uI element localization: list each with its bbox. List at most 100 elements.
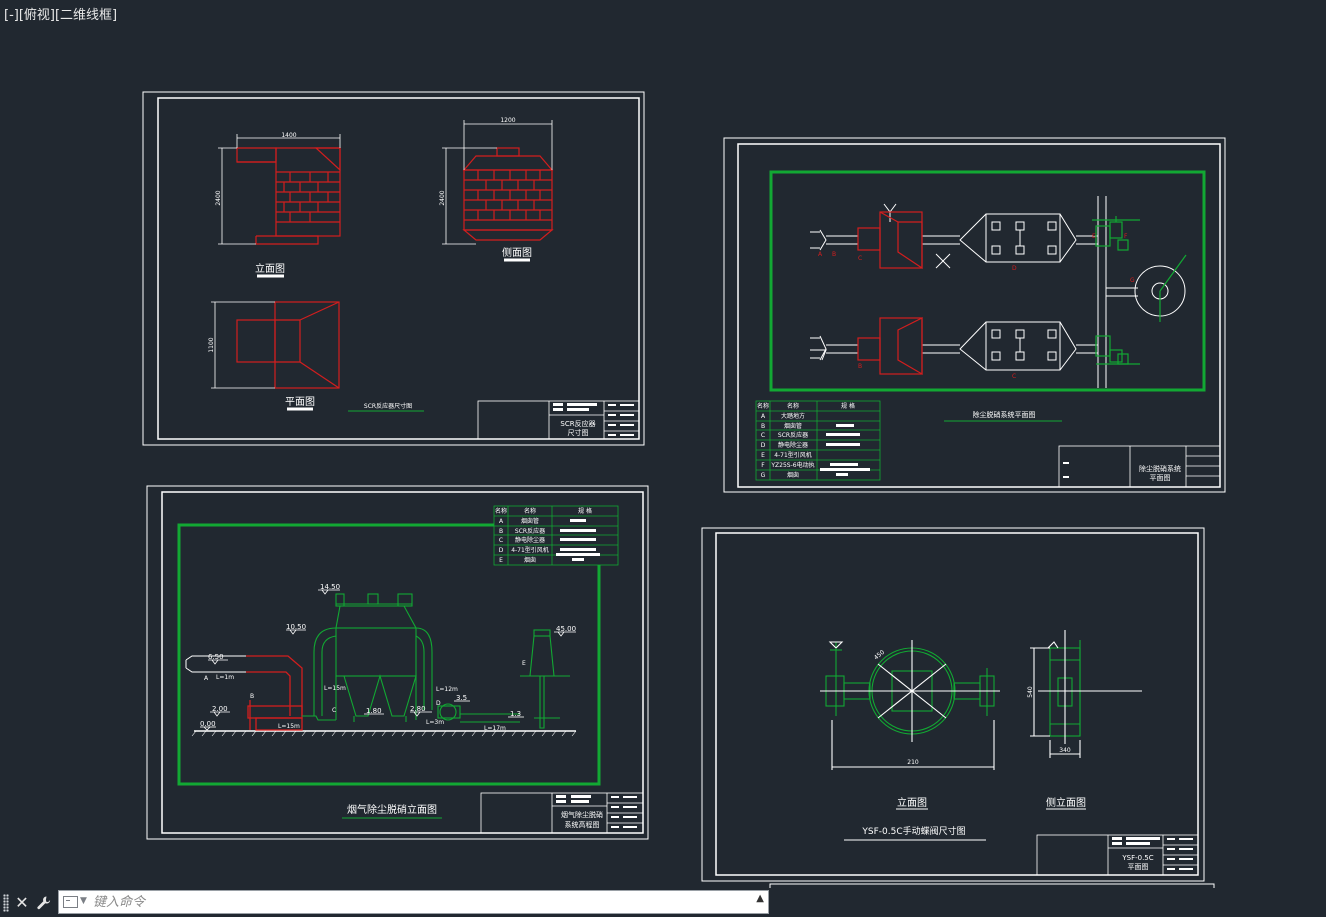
valve-sheet-caption: YSF-0.5C手动蝶阀尺寸图: [861, 825, 965, 837]
elev-mark-0-00: 0.00: [200, 720, 216, 728]
table-row: SCR反应器: [778, 431, 808, 439]
chevron-down-icon[interactable]: ▼: [80, 896, 87, 906]
table-row: 静电除尘器: [515, 536, 545, 544]
sheet-scr-reactor[interactable]: 1400 2400 立面图 1200 2400 侧面图 1100 平面图 SCR…: [142, 91, 645, 446]
sheet-dust-removal-plan[interactable]: A B C D E F G B C 名称 名称 规 格 A 大踏地方 B 烟囱管: [723, 137, 1226, 493]
table-row: D: [499, 547, 504, 554]
elev-table-head-3: 规 格: [578, 507, 592, 515]
scr-dim-top-2: 1200: [500, 117, 515, 124]
plan-letter-f: F: [1124, 233, 1128, 240]
table-row: A: [761, 413, 766, 420]
valve-dim-4: 340: [1059, 747, 1071, 754]
plan-letter-b: B: [832, 251, 836, 258]
elev-table-head-1: 名称: [495, 507, 507, 515]
elev-mark-10-50: 10.50: [286, 623, 306, 631]
close-icon[interactable]: ✕: [12, 892, 32, 914]
partial-sheet-frame: [769, 883, 1215, 888]
valve-title-line2: 平面图: [1128, 863, 1149, 871]
table-row: B: [499, 528, 503, 535]
plan-letter-e: E: [1092, 233, 1096, 240]
elev-letter-a: A: [204, 675, 209, 682]
table-row: C: [499, 537, 503, 544]
scr-dim-top-1: 1400: [281, 132, 296, 139]
table-row: E: [499, 557, 503, 564]
plan-letter-a: A: [818, 251, 823, 258]
scr-plan-label: 平面图: [285, 396, 315, 408]
pipe-length-2: L=15m: [324, 685, 346, 692]
table-row: SCR反应器: [515, 527, 545, 535]
valve-side-drawing: [1030, 630, 1142, 758]
table-row: F: [761, 462, 765, 469]
scr-sheet-caption: SCR反应器尺寸图: [364, 402, 412, 410]
valve-title-line1: YSF-0.5C: [1121, 854, 1153, 862]
pipe-length-1: L=1m: [216, 674, 234, 681]
plan-title-line2: 平面图: [1150, 474, 1171, 482]
elev-table-head-2: 名称: [524, 507, 536, 515]
drag-handle[interactable]: [3, 894, 9, 912]
scr-dim-side-1: 2400: [215, 190, 222, 205]
plan-system-drawing: [810, 196, 1187, 388]
pipe-length-3: L=15m: [278, 723, 300, 730]
scr-title-line1: SCR反应器: [560, 419, 595, 428]
pipe-length-4: L=12m: [436, 686, 458, 693]
elev-mark-2-80: 2.80: [410, 705, 426, 713]
plan-letter-g: G: [1130, 277, 1135, 284]
table-row: C: [761, 432, 765, 439]
elev-mark-6-50: 6.50: [208, 653, 224, 661]
scr-title-line2: 尺寸图: [568, 428, 589, 437]
table-row: 大踏地方: [781, 412, 805, 420]
table-row: B: [761, 423, 765, 430]
scr-dim-side-2: 2400: [439, 190, 446, 205]
plan-table-head-1: 名称: [757, 402, 769, 410]
scr-plan-drawing: [236, 301, 340, 389]
chevron-up-icon[interactable]: ▲: [756, 893, 764, 904]
valve-dim-1: 210: [907, 759, 919, 766]
elev-letter-c: C: [332, 707, 336, 714]
plan-letter-c2: C: [1012, 373, 1016, 380]
scr-elevation-drawing: [236, 147, 341, 245]
elev-mark-45-00: 45.00: [556, 625, 576, 633]
elev-mark-14-50: 14.50: [320, 583, 340, 591]
sheet-elevation[interactable]: 名称 名称 规 格 A 烟囱管 B SCR反应器 C 静电除尘器 D 4-71型…: [146, 485, 649, 840]
elev-letter-b: B: [250, 693, 254, 700]
pipe-length-6: L=17m: [484, 725, 506, 732]
elevation-title-line1: 烟气除尘脱硝: [561, 810, 603, 819]
elevation-title-line2: 系统高程图: [565, 820, 600, 829]
scr-side-drawing: [462, 147, 554, 241]
command-input[interactable]: [93, 893, 733, 911]
plan-letter-c: C: [858, 255, 862, 262]
table-row: E: [761, 452, 765, 459]
valve-elevation-drawing: [820, 640, 1000, 770]
plan-letter-b2: B: [858, 363, 862, 370]
elev-mark-1-3: 1.3: [510, 710, 521, 718]
command-line-bar: ✕ ▼ ▲: [0, 888, 770, 916]
scr-dim-plan: 1100: [208, 337, 215, 352]
scr-title-block: [477, 400, 640, 440]
valve-elevation-label: 立面图: [897, 796, 927, 809]
table-row: 烟囱管: [784, 422, 802, 430]
plan-sheet-caption: 除尘脱硝系统平面图: [973, 410, 1036, 419]
plan-table-head-3: 规 格: [841, 402, 855, 410]
pipe-length-5: L=3m: [426, 719, 444, 726]
elevation-sheet-caption: 烟气除尘脱硝立面图: [347, 803, 437, 816]
valve-dim-3: 540: [1027, 686, 1034, 698]
plan-table-head-2: 名称: [787, 402, 799, 410]
drawing-canvas[interactable]: 1400 2400 立面图 1200 2400 侧面图 1100 平面图 SCR…: [0, 0, 1326, 888]
sheet-butterfly-valve[interactable]: 210 450 立面图 540 340 侧立面图 YSF-0.5C手动蝶阀尺寸图…: [701, 527, 1205, 882]
command-prompt-icon[interactable]: [63, 896, 78, 908]
elevation-legend-table: 名称 名称 规 格 A 烟囱管 B SCR反应器 C 静电除尘器 D 4-71型…: [493, 505, 619, 566]
plan-title-line1: 除尘脱硝系统: [1139, 464, 1181, 473]
elev-letter-d: D: [436, 700, 441, 707]
table-row: YZ25S-6电动执: [770, 461, 814, 469]
scr-side-label: 侧面图: [502, 246, 532, 259]
valve-side-label: 侧立面图: [1046, 796, 1086, 809]
table-row: G: [761, 472, 766, 479]
plan-table-rows: A 大踏地方 B 烟囱管 C SCR反应器 D 静电除尘器 E 4-71型引风机…: [761, 412, 870, 479]
elev-letter-e: E: [522, 660, 526, 667]
table-row: 烟囱: [524, 556, 536, 564]
elev-mark-1-80: 1.80: [366, 707, 382, 715]
wrench-icon[interactable]: [34, 892, 54, 914]
scr-elevation-label: 立面图: [255, 262, 285, 275]
table-row: D: [761, 442, 766, 449]
table-row: 4-71型引风机: [511, 546, 549, 554]
